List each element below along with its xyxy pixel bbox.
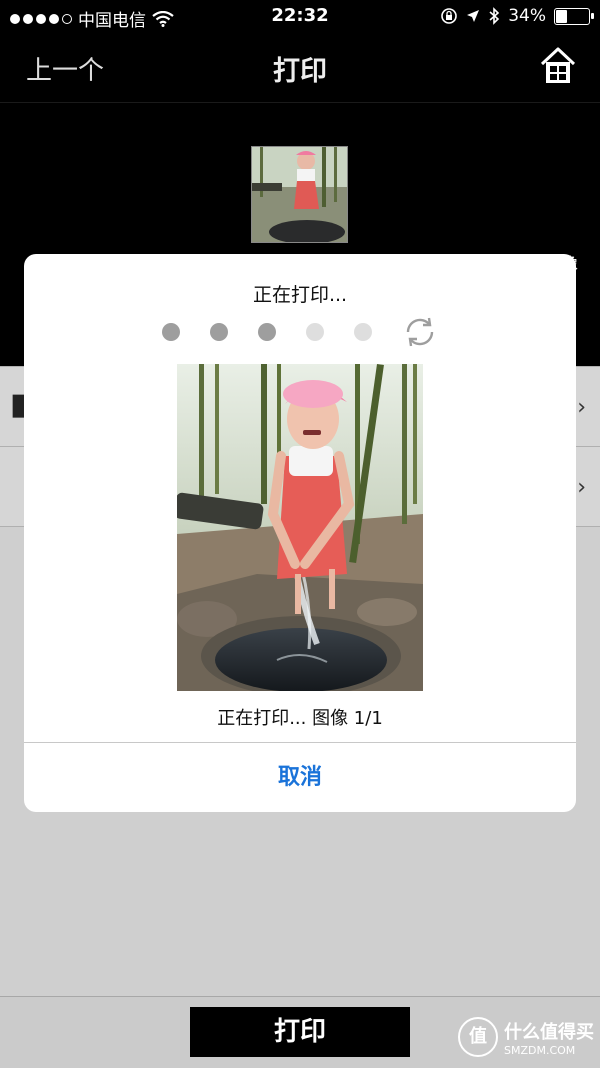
- orientation-lock-icon: [441, 8, 458, 24]
- bottom-bar: 打印 值 什么值得买 SMZDM.COM: [0, 996, 600, 1068]
- dialog-title: 正在打印...: [252, 284, 348, 306]
- progress-indicator: [162, 316, 438, 348]
- progress-dot: [258, 323, 276, 341]
- navigation-bar: 上一个 打印: [0, 34, 600, 103]
- photo-thumbnail[interactable]: [251, 146, 348, 243]
- refresh-icon: [406, 317, 434, 347]
- bluetooth-icon: [489, 7, 500, 25]
- location-arrow-icon: [467, 10, 480, 22]
- progress-dot: [210, 323, 228, 341]
- progress-dot: [162, 323, 180, 341]
- print-button[interactable]: 打印: [190, 1007, 410, 1057]
- progress-dot: [306, 323, 324, 341]
- progress-dot: [354, 323, 372, 341]
- chevron-right-icon: ›: [577, 475, 586, 500]
- page-title: 打印: [273, 56, 327, 87]
- home-icon[interactable]: [540, 46, 576, 86]
- watermark-url: SMZDM.COM: [504, 1043, 576, 1057]
- print-preview-image: [177, 364, 423, 691]
- watermark: 值 什么值得买 SMZDM.COM: [458, 1017, 594, 1057]
- status-bar: 中国电信 22:32 34%: [0, 0, 600, 34]
- battery-level: [556, 9, 567, 23]
- watermark-logo-icon: 值: [458, 1017, 498, 1057]
- cancel-button[interactable]: 取消: [24, 743, 576, 812]
- battery-percent: 34%: [508, 6, 546, 26]
- status-right: 34%: [440, 6, 594, 26]
- print-status-text: 正在打印... 图像 1/1: [217, 708, 383, 729]
- print-progress-dialog: 正在打印... 正在打印... 图像 1/1 取消: [24, 254, 576, 812]
- watermark-title: 什么值得买: [504, 1021, 594, 1043]
- battery-icon: [554, 7, 594, 25]
- chevron-right-icon: ›: [577, 395, 586, 420]
